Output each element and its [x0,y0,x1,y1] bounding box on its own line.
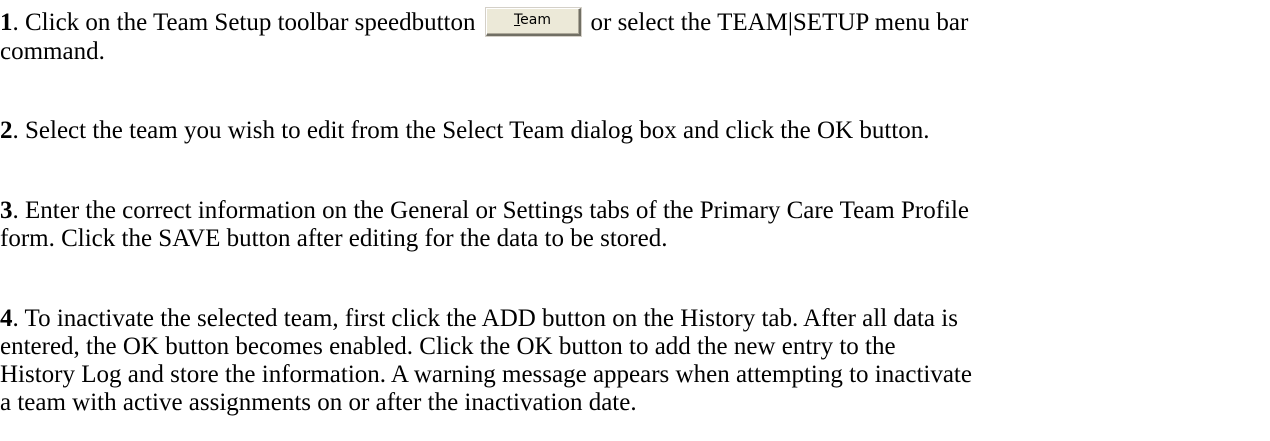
step-4-line-2: entered, the OK button becomes enabled. … [0,333,896,360]
step-1: 1. Click on the Team Setup toolbar speed… [0,8,969,66]
step-1-number: 1 [0,9,13,36]
step-4: 4. To inactivate the selected team, firs… [0,305,972,417]
step-3: 3. Enter the correct information on the … [0,197,969,253]
step-3-text-line-1: . Enter the correct information on the G… [12,197,970,224]
step-2-line-1: 2. Select the team you wish to edit from… [0,117,930,145]
step-2: 2. Select the team you wish to edit from… [0,117,930,145]
step-2-text: . Select the team you wish to edit from … [12,117,930,144]
step-4-text-line-1: . To inactivate the selected team, first… [12,305,958,332]
step-4-line-4: a team with active assignments on or aft… [0,389,637,416]
step-1-line-1: 1. Click on the Team Setup toolbar speed… [0,8,969,38]
team-setup-speedbutton[interactable]: Team [485,8,581,37]
step-4-line-3: History Log and store the information. A… [0,361,972,388]
team-button-label-rest: eam [520,12,552,29]
step-3-line-1: 3. Enter the correct information on the … [0,197,969,225]
step-1-text-before-button: . Click on the Team Setup toolbar speedb… [12,9,476,36]
step-2-number: 2 [0,117,13,144]
instructions-document: 1. Click on the Team Setup toolbar speed… [0,0,1270,441]
step-4-number: 4 [0,305,13,332]
step-4-line-1: 4. To inactivate the selected team, firs… [0,305,972,333]
step-3-line-2: form. Click the SAVE button after editin… [0,225,668,252]
step-1-text-after-button: or select the TEAM|SETUP menu bar [590,9,969,36]
step-1-line-2: command. [0,38,105,66]
step-3-number: 3 [0,197,13,224]
